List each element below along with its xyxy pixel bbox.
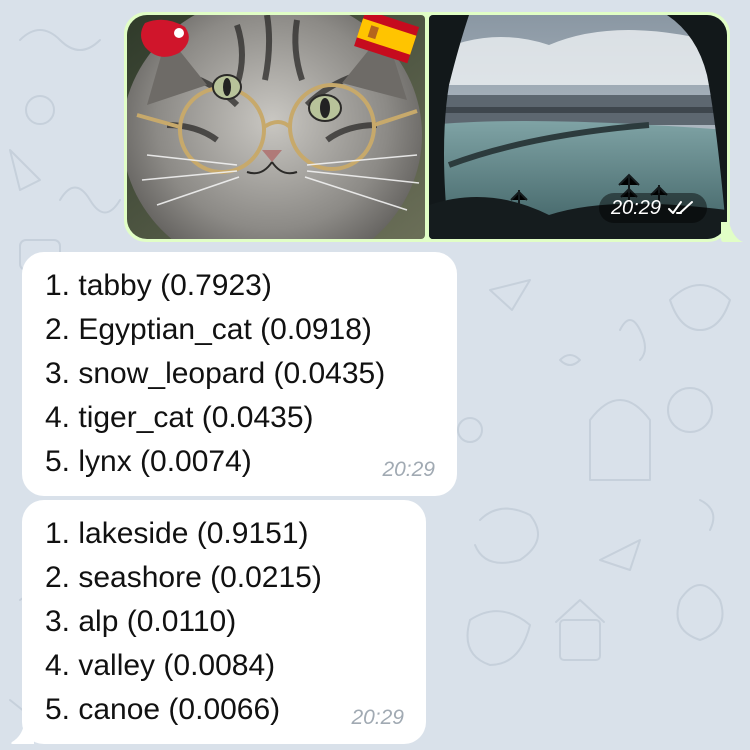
- incoming-message-lake-predictions[interactable]: 1. lakeside (0.9151) 2. seashore (0.0215…: [11, 500, 426, 744]
- bubble-tail: [721, 222, 743, 242]
- list-item: 3. alp (0.0110): [45, 605, 237, 638]
- list-item: 5. canoe (0.0066): [45, 693, 281, 726]
- list-item: 3. snow_leopard (0.0435): [45, 357, 386, 390]
- double-check-icon: [668, 201, 693, 214]
- cat-photo[interactable]: [127, 15, 425, 239]
- album-time: 20:29: [610, 196, 661, 219]
- message-time: 20:29: [382, 458, 435, 481]
- list-item: 5. lynx (0.0074): [45, 445, 252, 478]
- incoming-message-cat-predictions[interactable]: 1. tabby (0.7923) 2. Egyptian_cat (0.091…: [22, 252, 457, 496]
- bubble-tail: [11, 724, 34, 744]
- album-meta: 20:29: [598, 193, 707, 223]
- list-item: 4. tiger_cat (0.0435): [45, 401, 314, 434]
- outgoing-photo-album[interactable]: 20:29: [124, 12, 743, 242]
- prediction-list: 1. lakeside (0.9151) 2. seashore (0.0215…: [45, 512, 402, 732]
- message-time: 20:29: [351, 706, 404, 729]
- prediction-list: 1. tabby (0.7923) 2. Egyptian_cat (0.091…: [45, 264, 433, 484]
- list-item: 2. Egyptian_cat (0.0918): [45, 313, 372, 346]
- list-item: 1. tabby (0.7923): [45, 269, 272, 302]
- list-item: 1. lakeside (0.9151): [45, 517, 309, 550]
- list-item: 4. valley (0.0084): [45, 649, 276, 682]
- list-item: 2. seashore (0.0215): [45, 561, 322, 594]
